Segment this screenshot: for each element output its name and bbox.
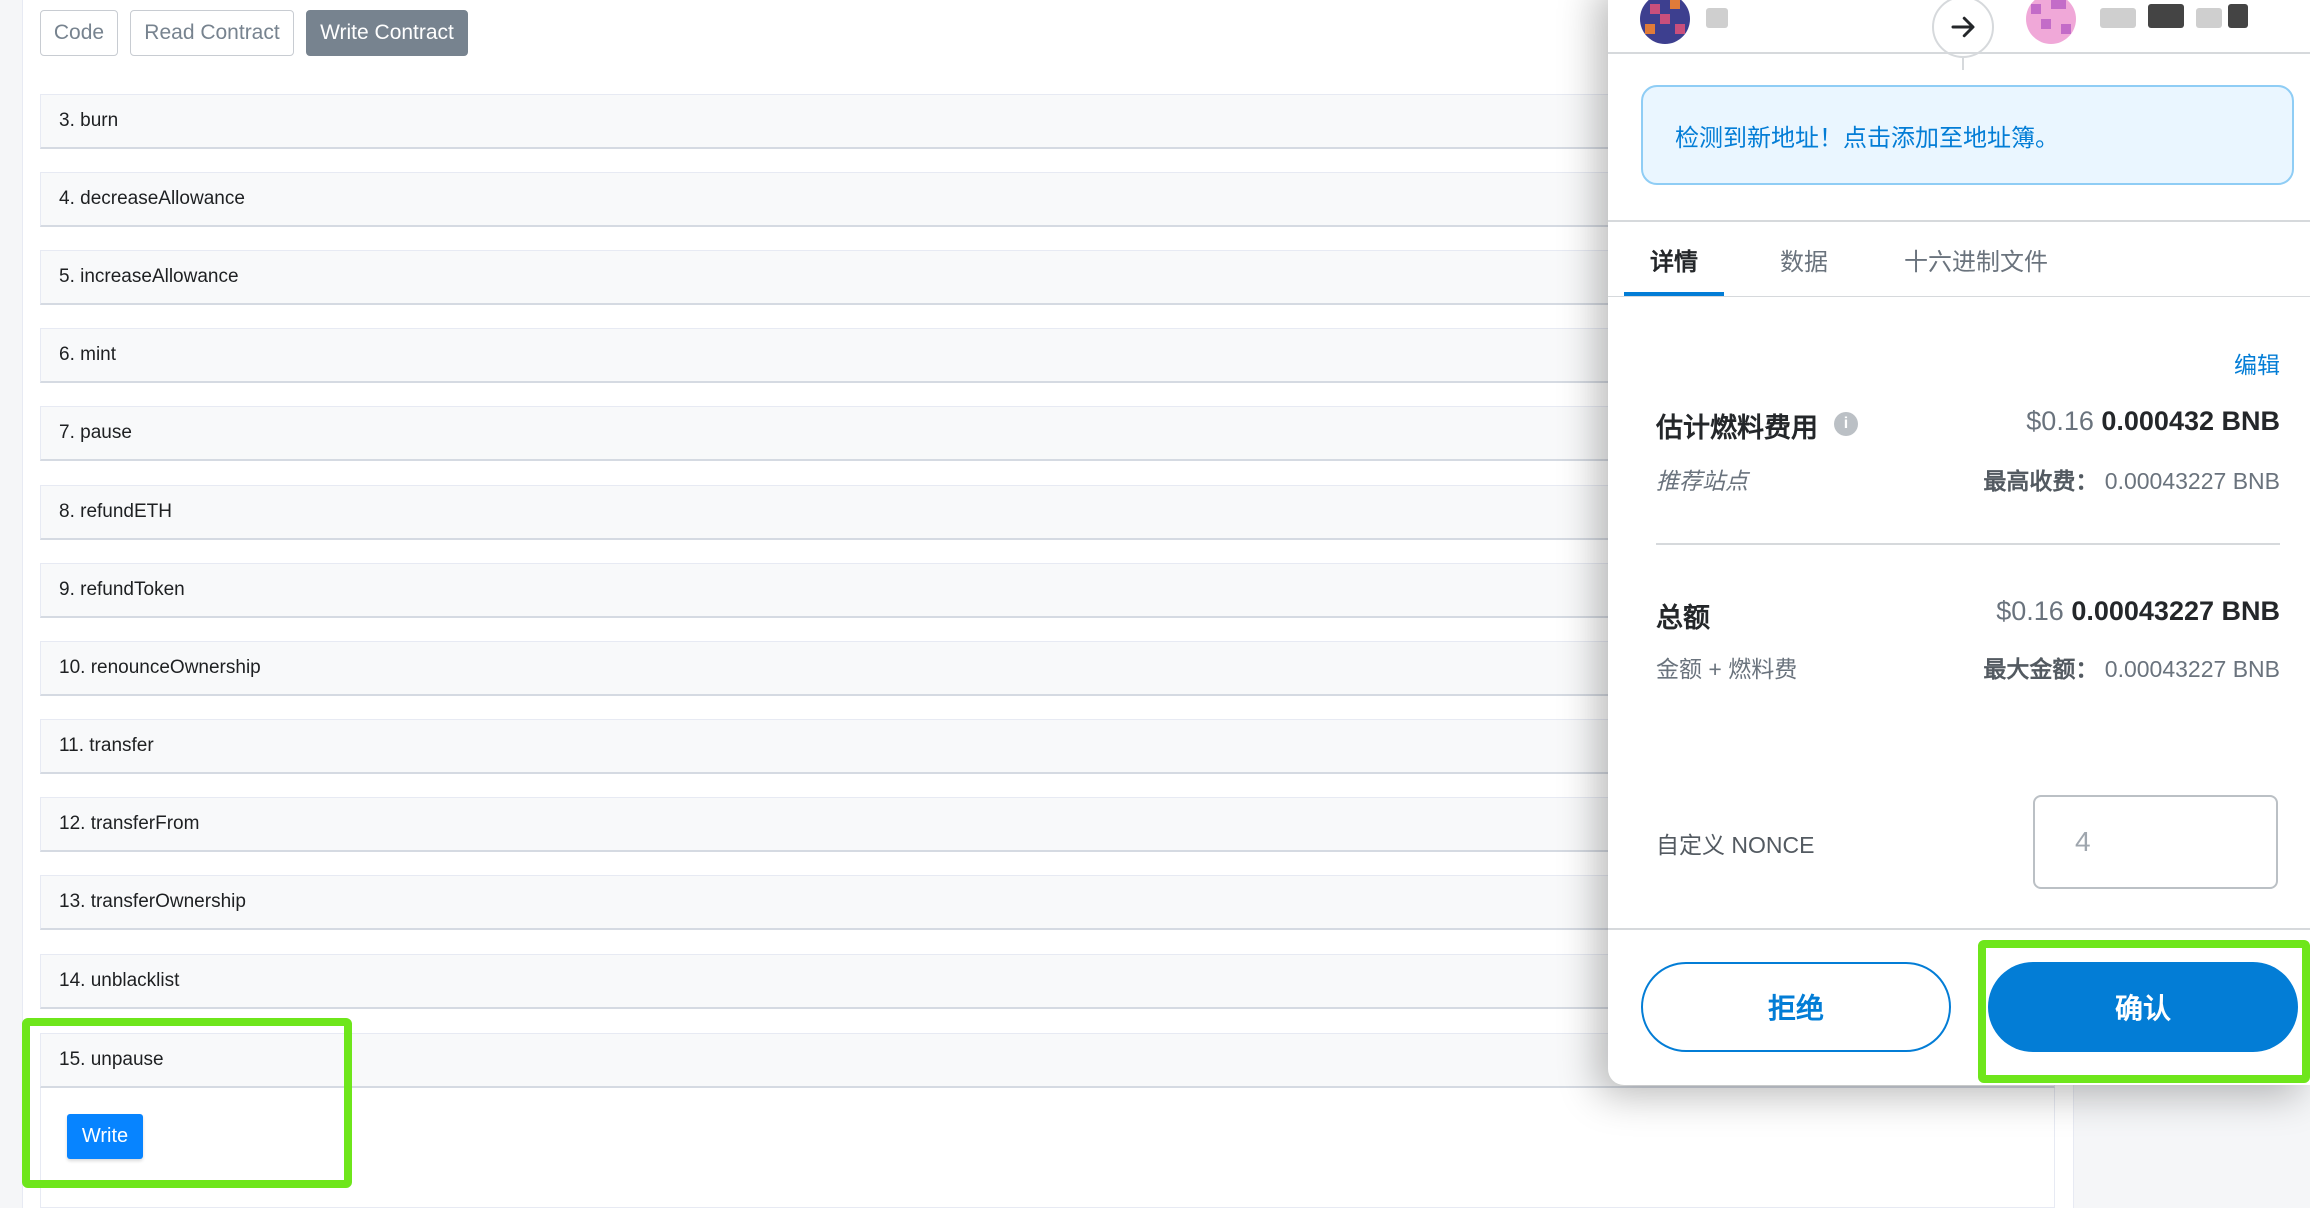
function-label: 10. renounceOwnership [59,657,261,678]
total-value: $0.16 0.00043227 BNB [1996,596,2280,627]
new-address-notice[interactable]: 检测到新地址！点击添加至地址簿。 [1641,85,2294,185]
gas-max-value: 0.00043227 BNB [2104,468,2280,494]
section-divider [1656,543,2280,545]
function-label: 13. transferOwnership [59,891,246,912]
total-usd: $0.16 [1996,596,2064,626]
to-account-name-part2 [2148,4,2184,28]
reject-button[interactable]: 拒绝 [1641,962,1951,1052]
gas-fee-label: 估计燃料费用 [1656,413,1818,443]
function-label: 14. unblacklist [59,970,180,991]
total-max-label: 最大金额： [1983,656,2099,682]
to-account-name-part3 [2196,8,2222,28]
gas-max-fee: 最高收费： 0.00043227 BNB [1983,462,2280,496]
function-label: 9. refundToken [59,579,185,600]
function-label: 4. decreaseAllowance [59,188,245,209]
from-account-name [1706,8,1728,28]
total-max-value: 0.00043227 BNB [2104,656,2280,682]
footer-divider [1608,928,2310,930]
gas-fee-amount: 0.000432 BNB [2101,406,2280,436]
total-amount: 0.00043227 BNB [2071,596,2280,626]
gas-sub-label: 推荐站点 [1656,468,1748,494]
from-account-avatar [1640,0,1690,44]
total-label: 总额 [1656,603,1710,633]
connector-line [1962,58,1964,70]
function-label: 3. burn [59,110,119,131]
tab-write-contract[interactable]: Write Contract [306,10,468,56]
function-label: 5. increaseAllowance [59,266,239,287]
total-max-amount: 最大金额： 0.00043227 BNB [1983,650,2280,684]
function-label: 12. transferFrom [59,813,200,834]
tab-code[interactable]: Code [40,10,118,56]
to-account-name-part1 [2100,8,2136,28]
highlight-box-unpause [22,1018,352,1188]
header-divider [1608,52,2310,54]
total-sub-label: 金额 + 燃料费 [1656,656,1798,682]
custom-nonce-input[interactable]: 4 [2033,795,2278,889]
highlight-box-confirm [1978,940,2310,1083]
function-label: 6. mint [59,344,117,365]
metamask-popup: 检测到新地址！点击添加至地址簿。 详情 数据 十六进制文件 编辑 估计燃料费用 … [1608,0,2310,1085]
function-label: 7. pause [59,422,132,443]
function-label: 8. refundETH [59,501,172,522]
custom-nonce-label: 自定义 NONCE [1656,832,1815,858]
gas-fee-value: $0.16 0.000432 BNB [2026,406,2280,437]
tabs-divider [1608,296,2310,297]
info-icon[interactable]: i [1834,412,1858,436]
notice-divider [1608,220,2310,222]
arrow-right-icon [1932,0,1994,58]
gas-max-label: 最高收费： [1983,468,2099,494]
tab-read-contract[interactable]: Read Contract [130,10,294,56]
function-label: 11. transfer [59,735,154,756]
edit-link[interactable]: 编辑 [2234,346,2280,380]
notice-text: 检测到新地址！点击添加至地址簿。 [1675,124,2059,152]
tab-details[interactable]: 详情 [1650,242,1698,277]
gas-fee-usd: $0.16 [2026,406,2094,436]
tab-hex[interactable]: 十六进制文件 [1904,242,2048,277]
to-account-avatar [2026,0,2076,44]
nonce-placeholder: 4 [2075,826,2091,857]
tab-data[interactable]: 数据 [1780,242,1828,277]
to-account-name-part4 [2228,4,2248,28]
